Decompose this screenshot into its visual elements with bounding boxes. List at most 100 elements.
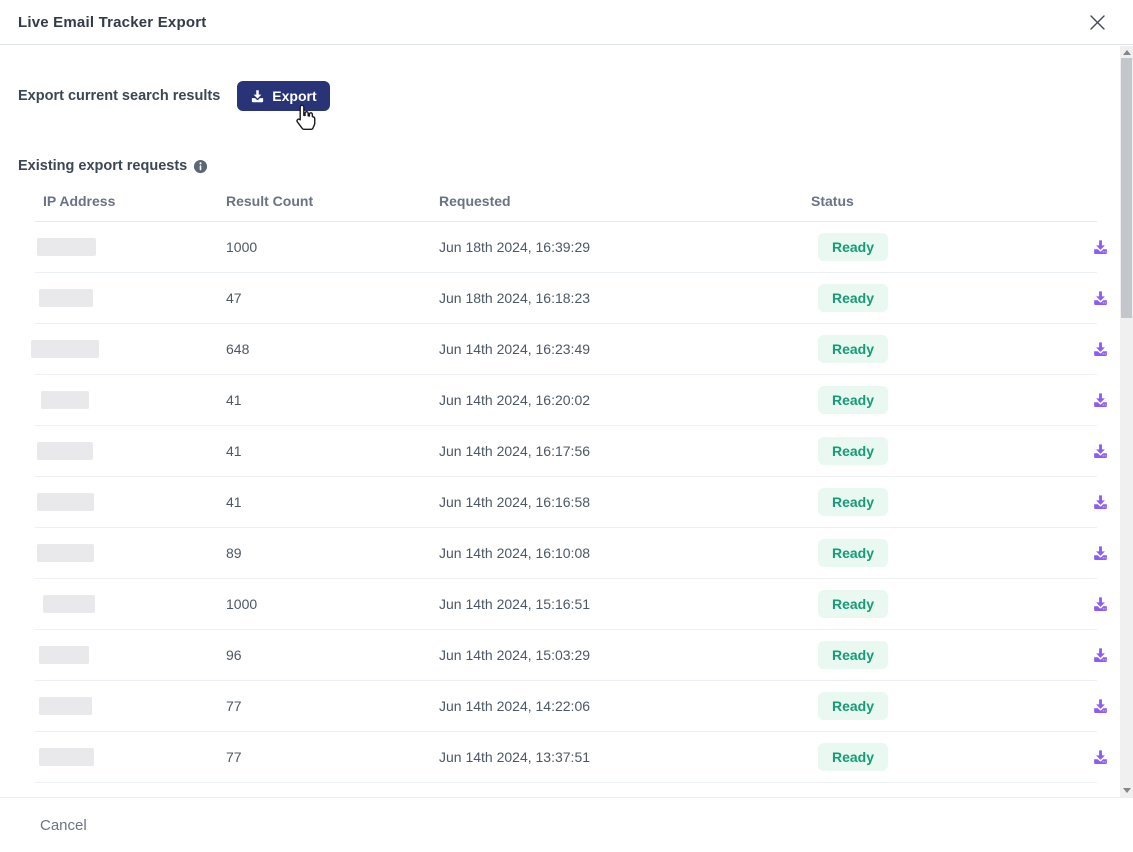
download-export-button[interactable] xyxy=(1092,749,1122,766)
status-cell: Ready xyxy=(811,590,1092,618)
ip-address-cell xyxy=(35,595,226,613)
status-cell: Ready xyxy=(811,335,1092,363)
download-icon xyxy=(1092,698,1109,715)
result-count-cell: 41 xyxy=(226,443,439,459)
download-icon xyxy=(1092,647,1109,664)
redacted-ip-value xyxy=(31,340,99,358)
status-badge: Ready xyxy=(818,590,888,618)
requested-cell: Jun 14th 2024, 16:16:58 xyxy=(439,494,811,510)
status-badge: Ready xyxy=(818,743,888,771)
requested-cell: Jun 14th 2024, 16:10:08 xyxy=(439,545,811,561)
export-results-label: Export current search results xyxy=(18,88,220,104)
ip-address-cell xyxy=(35,238,226,256)
status-badge: Ready xyxy=(818,692,888,720)
modal-scrollbar[interactable] xyxy=(1120,46,1133,797)
ip-address-cell xyxy=(35,748,226,766)
requested-cell: Jun 18th 2024, 16:18:23 xyxy=(439,290,811,306)
table-row: 77 Jun 14th 2024, 14:22:06 Ready xyxy=(35,681,1097,732)
status-cell: Ready xyxy=(811,488,1092,516)
ip-address-cell xyxy=(35,391,226,409)
download-icon xyxy=(1092,545,1109,562)
scrollbar-up-arrow-icon[interactable] xyxy=(1123,50,1131,55)
download-export-button[interactable] xyxy=(1092,443,1122,460)
ip-address-cell xyxy=(35,442,226,460)
modal-title: Live Email Tracker Export xyxy=(18,14,206,31)
download-export-button[interactable] xyxy=(1092,698,1122,715)
download-icon xyxy=(1092,749,1109,766)
download-icon xyxy=(1092,239,1109,256)
table-row: 47 Jun 18th 2024, 16:18:23 Ready xyxy=(35,273,1097,324)
redacted-ip-value xyxy=(37,544,94,562)
status-cell: Ready xyxy=(811,437,1092,465)
cancel-button[interactable]: Cancel xyxy=(40,817,87,834)
redacted-ip-value xyxy=(37,493,94,511)
table-body: 1000 Jun 18th 2024, 16:39:29 Ready 47 Ju… xyxy=(35,222,1097,783)
download-export-button[interactable] xyxy=(1092,545,1122,562)
result-count-cell: 41 xyxy=(226,494,439,510)
result-count-cell: 1000 xyxy=(226,239,439,255)
redacted-ip-value xyxy=(39,697,92,715)
result-count-cell: 77 xyxy=(226,698,439,714)
close-icon xyxy=(1089,14,1106,31)
scrollbar-thumb[interactable] xyxy=(1121,58,1132,318)
result-count-cell: 47 xyxy=(226,290,439,306)
result-count-cell: 41 xyxy=(226,392,439,408)
ip-address-cell xyxy=(35,697,226,715)
status-cell: Ready xyxy=(811,233,1092,261)
status-cell: Ready xyxy=(811,641,1092,669)
table-row: 41 Jun 14th 2024, 16:17:56 Ready xyxy=(35,426,1097,477)
download-icon xyxy=(1092,443,1109,460)
export-button-label: Export xyxy=(272,88,316,104)
column-header-status: Status xyxy=(811,193,1092,209)
info-icon[interactable] xyxy=(193,159,208,174)
scrollbar-down-arrow-icon[interactable] xyxy=(1123,788,1131,793)
requested-cell: Jun 14th 2024, 15:03:29 xyxy=(439,647,811,663)
table-row: 648 Jun 14th 2024, 16:23:49 Ready xyxy=(35,324,1097,375)
download-export-button[interactable] xyxy=(1092,239,1122,256)
result-count-cell: 648 xyxy=(226,341,439,357)
close-button[interactable] xyxy=(1085,10,1109,34)
download-icon xyxy=(1092,341,1109,358)
download-icon xyxy=(1092,494,1109,511)
table-row: 41 Jun 14th 2024, 16:16:58 Ready xyxy=(35,477,1097,528)
redacted-ip-value xyxy=(39,289,93,307)
table-row: 1000 Jun 18th 2024, 16:39:29 Ready xyxy=(35,222,1097,273)
status-badge: Ready xyxy=(818,335,888,363)
ip-address-cell xyxy=(35,646,226,664)
requested-cell: Jun 14th 2024, 14:22:06 xyxy=(439,698,811,714)
modal-header: Live Email Tracker Export xyxy=(0,0,1133,45)
ip-address-cell xyxy=(35,340,226,358)
download-export-button[interactable] xyxy=(1092,341,1122,358)
export-button[interactable]: Export xyxy=(237,81,329,111)
existing-requests-label: Existing export requests xyxy=(18,158,187,174)
download-icon xyxy=(1092,392,1109,409)
result-count-cell: 77 xyxy=(226,749,439,765)
status-cell: Ready xyxy=(811,386,1092,414)
result-count-cell: 89 xyxy=(226,545,439,561)
ip-address-cell xyxy=(35,289,226,307)
table-row: 1000 Jun 14th 2024, 15:16:51 Ready xyxy=(35,579,1097,630)
download-icon xyxy=(250,89,265,104)
download-icon xyxy=(1092,290,1109,307)
download-export-button[interactable] xyxy=(1092,290,1122,307)
status-badge: Ready xyxy=(818,641,888,669)
table-header-row: IP Address Result Count Requested Status xyxy=(35,174,1097,222)
status-cell: Ready xyxy=(811,539,1092,567)
modal-footer: Cancel xyxy=(0,797,1133,852)
status-cell: Ready xyxy=(811,692,1092,720)
status-badge: Ready xyxy=(818,539,888,567)
requested-cell: Jun 14th 2024, 13:37:51 xyxy=(439,749,811,765)
download-export-button[interactable] xyxy=(1092,647,1122,664)
status-badge: Ready xyxy=(818,233,888,261)
download-export-button[interactable] xyxy=(1092,392,1122,409)
download-export-button[interactable] xyxy=(1092,596,1122,613)
requested-cell: Jun 14th 2024, 16:17:56 xyxy=(439,443,811,459)
requested-cell: Jun 14th 2024, 16:23:49 xyxy=(439,341,811,357)
status-badge: Ready xyxy=(818,386,888,414)
modal-body: Export current search results Export Exi… xyxy=(0,81,1133,783)
table-row: 96 Jun 14th 2024, 15:03:29 Ready xyxy=(35,630,1097,681)
download-export-button[interactable] xyxy=(1092,494,1122,511)
status-cell: Ready xyxy=(811,284,1092,312)
download-icon xyxy=(1092,596,1109,613)
column-header-result-count: Result Count xyxy=(226,193,439,209)
